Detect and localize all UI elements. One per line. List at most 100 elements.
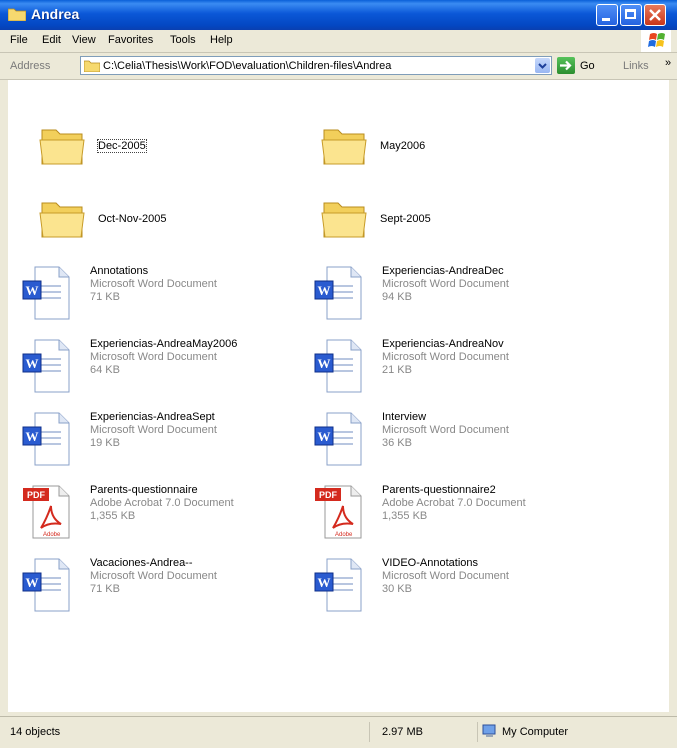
folder-icon: [321, 129, 367, 165]
menu-favorites[interactable]: Favorites: [108, 34, 153, 46]
file-type: Microsoft Word Document: [382, 570, 509, 582]
file-name: Experiencias-AndreaDec: [382, 265, 504, 277]
status-bar: 14 objects 2.97 MB My Computer: [0, 716, 677, 748]
file-name: Experiencias-AndreaNov: [382, 338, 504, 350]
pdf-doc-icon: PDF Adobe: [315, 485, 362, 539]
close-icon: [649, 9, 661, 21]
word-doc-icon: W: [314, 412, 362, 466]
svg-text:W: W: [318, 575, 331, 590]
svg-text:W: W: [26, 575, 39, 590]
file-item[interactable]: W Experiencias-AndreaNov Microsoft Word …: [300, 338, 580, 398]
file-item[interactable]: W Annotations Microsoft Word Document 71…: [8, 265, 288, 325]
file-type: Microsoft Word Document: [382, 278, 509, 290]
file-item[interactable]: W VIDEO-Annotations Microsoft Word Docum…: [300, 557, 580, 617]
file-name: Interview: [382, 411, 427, 423]
svg-text:W: W: [318, 356, 331, 371]
menu-file[interactable]: File: [10, 34, 28, 46]
file-size: 64 KB: [90, 364, 120, 376]
pdf-badge: PDF: [27, 490, 46, 500]
pdf-brand: Adobe: [335, 532, 353, 538]
status-location: My Computer: [502, 726, 569, 738]
status-objects-cell: 14 objects: [2, 722, 370, 742]
file-item[interactable]: PDF Adobe Parents-questionnaire2 Adobe A…: [300, 484, 580, 544]
arrow-right-icon: [560, 60, 572, 71]
status-size: 2.97 MB: [382, 726, 423, 738]
menu-tools[interactable]: Tools: [170, 34, 196, 46]
word-doc-icon: W: [314, 558, 362, 612]
file-type: Microsoft Word Document: [90, 351, 217, 363]
svg-text:W: W: [26, 429, 39, 444]
word-doc-icon: W: [22, 412, 70, 466]
folder-item[interactable]: Oct-Nov-2005: [18, 195, 298, 255]
folder-icon: [39, 129, 85, 165]
file-item[interactable]: PDF Adobe Parents-questionnaire Adobe Ac…: [8, 484, 288, 544]
svg-text:W: W: [318, 429, 331, 444]
file-type: Adobe Acrobat 7.0 Document: [90, 497, 234, 509]
file-size: 1,355 KB: [90, 510, 136, 522]
file-item[interactable]: W Experiencias-AndreaMay2006 Microsoft W…: [8, 338, 288, 398]
menu-view[interactable]: View: [72, 34, 96, 46]
file-name: Parents-questionnaire: [90, 484, 198, 496]
folder-item[interactable]: May2006: [300, 122, 580, 182]
folder-icon: [84, 60, 100, 72]
file-name: VIDEO-Annotations: [382, 557, 478, 569]
folder-name: Oct-Nov-2005: [98, 213, 167, 225]
left-border: [0, 80, 8, 712]
file-size: 36 KB: [382, 437, 412, 449]
explorer-window: Andrea File Edit View Favorites Tools He…: [0, 0, 677, 748]
menu-bar: File Edit View Favorites Tools Help: [0, 30, 677, 53]
right-border: [669, 80, 677, 712]
folder-name: May2006: [380, 140, 426, 152]
close-button[interactable]: [644, 4, 666, 26]
word-doc-icon: W: [22, 558, 70, 612]
file-size: 21 KB: [382, 364, 412, 376]
menu-edit[interactable]: Edit: [42, 34, 61, 46]
address-input[interactable]: C:\Celia\Thesis\Work\FOD\evaluation\Chil…: [80, 56, 552, 75]
file-item[interactable]: W Experiencias-AndreaDec Microsoft Word …: [300, 265, 580, 325]
file-name: Experiencias-AndreaSept: [90, 411, 215, 423]
file-type: Microsoft Word Document: [382, 424, 509, 436]
word-doc-icon: W: [22, 266, 70, 320]
go-label[interactable]: Go: [580, 60, 595, 72]
file-type: Microsoft Word Document: [382, 351, 509, 363]
svg-text:W: W: [318, 283, 331, 298]
file-name: Vacaciones-Andrea--: [90, 557, 193, 569]
links-chevron[interactable]: »: [665, 57, 671, 69]
chevron-down-icon: [538, 63, 547, 69]
word-doc-icon: W: [314, 266, 362, 320]
svg-text:W: W: [26, 283, 39, 298]
title-bar[interactable]: Andrea: [0, 0, 677, 30]
windows-logo-icon: [641, 30, 671, 52]
go-button[interactable]: [557, 57, 575, 74]
file-item[interactable]: W Vacaciones-Andrea-- Microsoft Word Doc…: [8, 557, 288, 617]
links-label[interactable]: Links: [623, 60, 649, 72]
address-bar: Address C:\Celia\Thesis\Work\FOD\evaluat…: [0, 53, 677, 80]
file-item[interactable]: W Interview Microsoft Word Document 36 K…: [300, 411, 580, 471]
address-dropdown-button[interactable]: [535, 58, 550, 73]
maximize-button[interactable]: [620, 4, 642, 26]
word-doc-icon: W: [314, 339, 362, 393]
file-item[interactable]: W Experiencias-AndreaSept Microsoft Word…: [8, 411, 288, 471]
menu-help[interactable]: Help: [210, 34, 233, 46]
status-location-cell: My Computer: [480, 722, 675, 742]
file-size: 30 KB: [382, 583, 412, 595]
folder-item[interactable]: Dec-2005: [18, 122, 298, 182]
file-type: Microsoft Word Document: [90, 278, 217, 290]
folder-name: Dec-2005: [97, 139, 147, 153]
folder-icon: [8, 8, 26, 21]
window-title: Andrea: [31, 6, 80, 22]
file-size: 71 KB: [90, 583, 120, 595]
file-type: Adobe Acrobat 7.0 Document: [382, 497, 526, 509]
folder-item[interactable]: Sept-2005: [300, 195, 580, 255]
file-name: Annotations: [90, 265, 149, 277]
svg-text:W: W: [26, 356, 39, 371]
status-size-cell: 2.97 MB: [372, 722, 478, 742]
file-size: 71 KB: [90, 291, 120, 303]
address-label: Address: [10, 60, 51, 72]
file-size: 1,355 KB: [382, 510, 428, 522]
file-size: 19 KB: [90, 437, 120, 449]
status-object-count: 14 objects: [10, 726, 61, 738]
folder-name: Sept-2005: [380, 213, 431, 225]
pdf-badge: PDF: [319, 490, 338, 500]
minimize-button[interactable]: [596, 4, 618, 26]
